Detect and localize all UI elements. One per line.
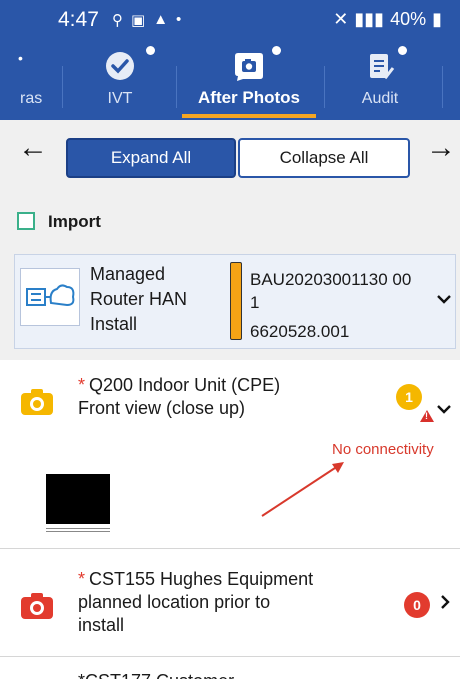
status-notification-icons: ⚲ ▣ ▲ •: [112, 11, 181, 29]
photo-count-badge: 0: [404, 592, 430, 618]
thumbnail-caption: [46, 526, 110, 534]
collapse-all-button[interactable]: Collapse All: [238, 138, 410, 178]
status-time: 4:47: [58, 8, 99, 31]
tab-divider: [324, 66, 325, 108]
order-title-line: Router HAN: [90, 289, 188, 309]
item-title-line: install: [78, 615, 125, 635]
status-bar: 4:47 ⚲ ▣ ▲ • ✕ ▮▮▮ 40% ▮: [0, 0, 460, 40]
active-tab-indicator: [182, 114, 316, 118]
item-title: * Q200 Indoor Unit (CPE) Front view (clos…: [78, 374, 280, 420]
chevron-down-icon[interactable]: [436, 288, 452, 309]
tab-after-photos[interactable]: After Photos: [182, 40, 316, 120]
warning-mark: !: [425, 411, 428, 421]
chevron-right-icon[interactable]: [440, 594, 450, 615]
tab-divider: [62, 66, 63, 108]
order-title-line: Managed: [90, 264, 166, 284]
mute-icon: ✕: [333, 9, 349, 29]
location-icon: ⚲: [112, 12, 123, 29]
dot-icon: •: [176, 11, 182, 28]
check-circle-icon: [106, 52, 134, 80]
item-title-line: Front view (close up): [78, 398, 246, 418]
required-star: *: [78, 375, 86, 395]
battery-icon: ▮: [432, 9, 442, 29]
tab-label: After Photos: [198, 88, 300, 107]
photo-thumbnail[interactable]: [46, 474, 110, 524]
back-arrow-icon[interactable]: ←: [18, 131, 48, 165]
partial-icon: •: [18, 50, 23, 66]
item-title: *CST177 Customer: [78, 671, 234, 679]
item-title-line: CST177 Customer: [85, 671, 234, 679]
camera-icon: [21, 593, 53, 619]
item-title-line: planned location prior to: [78, 592, 271, 612]
status-dot: [398, 46, 407, 55]
item-title: * CST155 Hughes Equipment planned locatio…: [78, 568, 313, 637]
import-checkbox[interactable]: [17, 212, 35, 230]
router-icon: [20, 268, 80, 326]
alert-icon: ▲: [153, 11, 169, 28]
status-system-icons: ✕ ▮▮▮ 40% ▮: [333, 9, 442, 30]
signal-icon: ▮▮▮: [354, 9, 385, 29]
photo-item-cst177[interactable]: *CST177 Customer: [0, 657, 460, 679]
connectivity-status: No connectivity: [332, 441, 434, 458]
expand-all-button[interactable]: Expand All: [66, 138, 236, 178]
required-star: *: [78, 569, 86, 589]
annotation-arrow-icon: [261, 462, 344, 517]
order-title-line: Install: [90, 314, 138, 334]
section-tab-bar: • ras IVT After Photos Audit: [0, 40, 460, 120]
item-title-line: Q200 Indoor Unit (CPE): [89, 375, 281, 395]
camera-icon: [21, 389, 53, 415]
tab-audit[interactable]: Audit: [330, 40, 430, 120]
tab-divider: [176, 66, 177, 108]
photo-count-badge: 1: [396, 384, 422, 410]
tab-label: Audit: [361, 90, 399, 107]
chevron-down-icon[interactable]: [436, 398, 452, 419]
tab-ivt[interactable]: IVT: [70, 40, 170, 120]
status-dot: [146, 46, 155, 55]
required-star: *: [78, 671, 85, 679]
import-label: Import: [48, 212, 101, 231]
item-title-line: CST155 Hughes Equipment: [89, 569, 314, 589]
battery-level: 40%: [390, 9, 427, 29]
tab-ras[interactable]: • ras: [0, 40, 70, 120]
tab-label: IVT: [107, 90, 133, 107]
order-title: Managed Router HAN Install: [90, 262, 225, 337]
order-number: 6620528.001: [250, 322, 350, 341]
tab-divider: [442, 66, 443, 108]
order-status-bar: [230, 262, 242, 340]
forward-arrow-icon[interactable]: →: [426, 131, 456, 165]
camera-icon: [235, 53, 263, 81]
checklist-icon: [370, 54, 395, 80]
order-reference: BAU20203001130 001: [250, 270, 412, 312]
status-dot: [272, 46, 281, 55]
image-icon: ▣: [131, 12, 146, 29]
